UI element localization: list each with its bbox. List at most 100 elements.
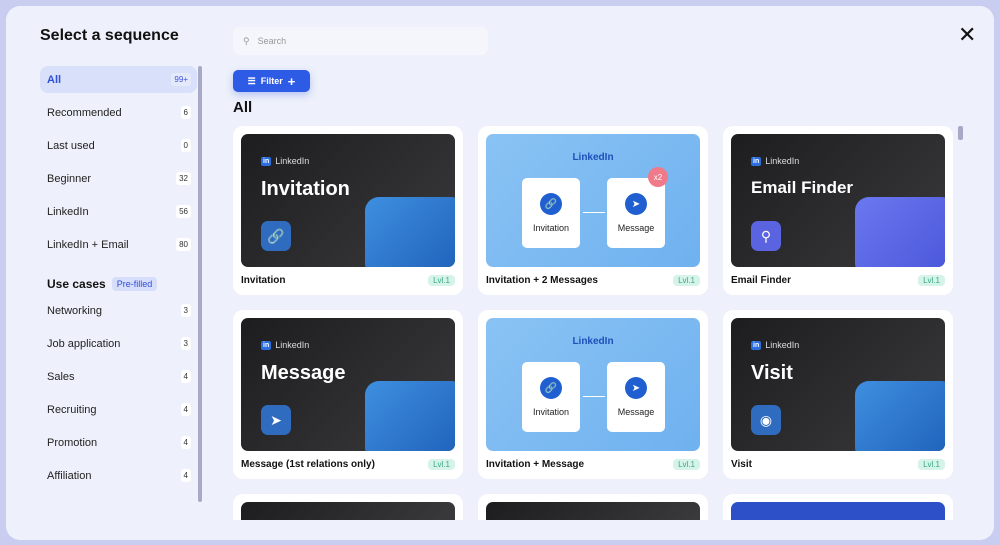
card-thumbnail: in LinkedIn Visit ◉ (731, 318, 945, 451)
search-icon: ⚲ (243, 35, 250, 46)
item-label: Recommended (47, 106, 122, 119)
card-title: Visit (731, 459, 752, 470)
card-thumbnail: in LinkedIn Message ➤ (241, 318, 455, 451)
sequence-card[interactable]: in LinkedIn Invitation 🔗 Invitation Lvl.1 (233, 126, 463, 295)
sidebar-item-recommended[interactable]: Recommended 6 (40, 99, 197, 126)
count-badge: 4 (180, 436, 191, 449)
level-badge: Lvl.1 (428, 459, 455, 470)
step-invitation: 🔗 Invitation (522, 362, 580, 432)
prefilled-badge: Pre-filled (111, 277, 158, 291)
card-thumbnail: LinkedIn 🔗 Invitation ➤ Message (486, 318, 700, 451)
count-badge: 4 (180, 403, 191, 416)
sequence-grid: in LinkedIn Invitation 🔗 Invitation Lvl.1 Li… (233, 126, 953, 520)
search-placeholder: Search (257, 36, 287, 46)
sidebar-item-sales[interactable]: Sales 4 (40, 363, 197, 390)
sequence-card[interactable]: LinkedIn 🔗 Invitation ➤ Message x2 Invitati… (478, 126, 708, 295)
sidebar-item-affiliation[interactable]: Affiliation 4 (40, 462, 197, 489)
card-thumbnail (486, 502, 700, 520)
search-icon: ⚲ (751, 221, 781, 251)
count-badge: 4 (180, 370, 191, 383)
card-title: Invitation (241, 275, 286, 286)
sidebar-item-promotion[interactable]: Promotion 4 (40, 429, 197, 456)
close-icon[interactable]: ✕ (958, 22, 976, 48)
item-label: Beginner (47, 172, 92, 185)
select-sequence-modal: Select a sequence ✕ All 99+ Recommended 6 … (6, 6, 994, 540)
card-thumbnail: in LinkedIn Email Finder ⚲ (731, 134, 945, 267)
step-invitation: 🔗 Invitation (522, 178, 580, 248)
level-badge: Lvl.1 (918, 275, 945, 286)
linkedin-logo: in LinkedIn (261, 156, 310, 166)
link-graphic (365, 197, 455, 267)
send-icon: ➤ (625, 193, 647, 215)
linkedin-logo: in LinkedIn (751, 156, 800, 166)
item-label: Promotion (47, 436, 98, 449)
hero-text: Invitation (261, 178, 350, 200)
card-thumbnail: LinkedIn 🔗 Invitation ➤ Message x2 (486, 134, 700, 267)
section-title: All (233, 99, 253, 116)
level-badge: Lvl.1 (918, 459, 945, 470)
count-badge: 56 (176, 205, 191, 218)
eye-graphic (855, 381, 945, 451)
sidebar-item-linkedin[interactable]: LinkedIn 56 (40, 198, 197, 225)
sequence-card[interactable]: in LinkedIn Email Finder ⚲ Email Finder Lvl.… (723, 126, 953, 295)
item-label: Recruiting (47, 403, 97, 416)
sequence-card-partial[interactable] (233, 494, 463, 520)
item-label: Sales (47, 370, 75, 383)
link-icon: 🔗 (540, 193, 562, 215)
sequence-card[interactable]: in LinkedIn Message ➤ Message (1st relation… (233, 310, 463, 479)
sidebar: All 99+ Recommended 6 Last used 0 Beginner 3… (40, 66, 197, 495)
sequence-card[interactable]: LinkedIn 🔗 Invitation ➤ Message Invitation… (478, 310, 708, 479)
multiplier-badge: x2 (648, 167, 668, 187)
paper-plane-graphic (365, 381, 455, 451)
item-label: Last used (47, 139, 95, 152)
filter-label: Filter (260, 76, 283, 86)
sequence-card-partial[interactable] (723, 494, 953, 520)
linkedin-logo: in LinkedIn (751, 340, 800, 350)
sidebar-scrollbar[interactable] (198, 66, 202, 502)
card-title: Invitation + 2 Messages (486, 275, 598, 286)
sidebar-item-all[interactable]: All 99+ (40, 66, 197, 93)
use-cases-label: Use cases (47, 277, 106, 291)
card-thumbnail: in LinkedIn Invitation 🔗 (241, 134, 455, 267)
step-message: ➤ Message (607, 178, 665, 248)
linkedin-logo: LinkedIn (572, 152, 614, 163)
filter-button[interactable]: ☰ Filter + (233, 70, 310, 92)
sidebar-item-job-application[interactable]: Job application 3 (40, 330, 197, 357)
magnifier-graphic (855, 197, 945, 267)
sidebar-item-recruiting[interactable]: Recruiting 4 (40, 396, 197, 423)
paper-plane-icon: ➤ (261, 405, 291, 435)
plus-icon: + (287, 73, 296, 89)
sidebar-item-beginner[interactable]: Beginner 32 (40, 165, 197, 192)
card-title: Invitation + Message (486, 459, 585, 470)
link-icon: 🔗 (540, 377, 562, 399)
search-input[interactable]: ⚲ Search (233, 27, 488, 55)
count-badge: 4 (180, 469, 191, 482)
item-label: LinkedIn (47, 205, 89, 218)
sidebar-item-networking[interactable]: Networking 3 (40, 297, 197, 324)
item-label: LinkedIn + Email (47, 238, 129, 251)
use-cases-heading: Use cases Pre-filled (47, 277, 197, 291)
content-scrollbar[interactable] (958, 126, 963, 140)
count-badge: 99+ (171, 73, 191, 86)
item-label: Affiliation (47, 469, 92, 482)
card-title: Message (1st relations only) (241, 459, 375, 470)
step-message: ➤ Message (607, 362, 665, 432)
sequence-card[interactable]: in LinkedIn Visit ◉ Visit Lvl.1 (723, 310, 953, 479)
sequence-card-partial[interactable] (478, 494, 708, 520)
count-badge: 32 (176, 172, 191, 185)
hero-text: Message (261, 362, 346, 384)
item-label: Networking (47, 304, 103, 317)
count-badge: 80 (176, 238, 191, 251)
level-badge: Lvl.1 (673, 459, 700, 470)
card-thumbnail (241, 502, 455, 520)
sidebar-item-last-used[interactable]: Last used 0 (40, 132, 197, 159)
hero-text: Email Finder (751, 178, 854, 197)
card-thumbnail (731, 502, 945, 520)
level-badge: Lvl.1 (428, 275, 455, 286)
sidebar-item-linkedin-email[interactable]: LinkedIn + Email 80 (40, 231, 197, 258)
sliders-icon: ☰ (247, 75, 256, 86)
eye-icon: ◉ (751, 405, 781, 435)
item-label: All (47, 73, 62, 86)
linkedin-logo: in LinkedIn (261, 340, 310, 350)
link-icon: 🔗 (261, 221, 291, 251)
